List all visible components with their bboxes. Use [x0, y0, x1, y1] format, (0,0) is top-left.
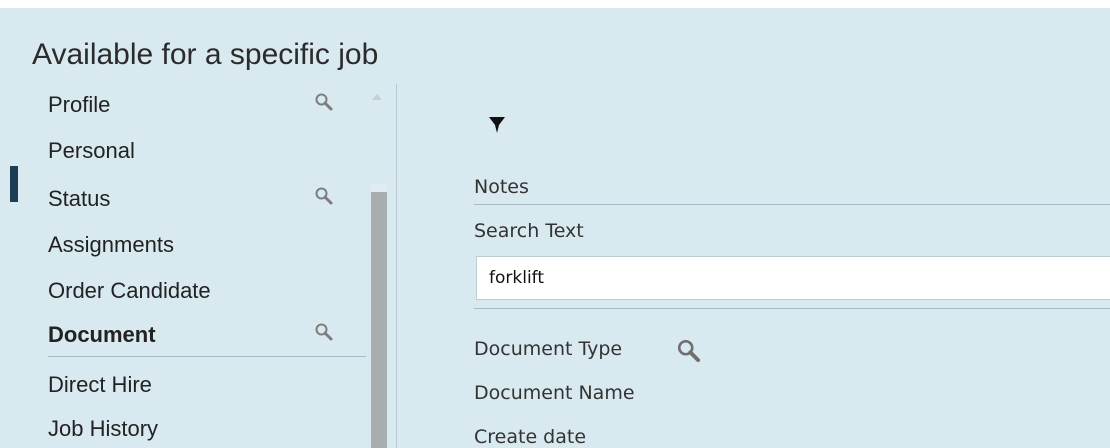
document-name-label[interactable]: Document Name [474, 382, 635, 404]
sidebar-item-document[interactable]: Document [48, 318, 366, 357]
scrollbar-thumb[interactable] [371, 192, 387, 448]
search-icon[interactable] [314, 322, 334, 342]
sidebar-item-label: Direct Hire [48, 372, 152, 397]
notes-label[interactable]: Notes [474, 176, 529, 198]
sidebar-item-label: Assignments [48, 232, 174, 257]
search-icon[interactable] [314, 92, 334, 112]
sidebar-item-order-candidate[interactable]: Order Candidate [48, 274, 366, 314]
sidebar-item-label: Profile [48, 92, 111, 117]
sidebar-item-label: Personal [48, 138, 135, 163]
search-icon[interactable] [314, 186, 334, 206]
sidebar-item-personal[interactable]: Personal [48, 134, 366, 174]
panel-divider [396, 84, 397, 448]
create-date-label[interactable]: Create date [474, 426, 586, 448]
sidebar: Profile Personal Status Assignments Orde… [0, 88, 400, 448]
sidebar-item-profile[interactable]: Profile [48, 88, 366, 128]
chevron-up-icon[interactable] [370, 92, 384, 102]
page-title: Available for a specific job [32, 38, 379, 71]
sidebar-item-job-history[interactable]: Job History [48, 412, 366, 448]
sidebar-item-assignments[interactable]: Assignments [48, 228, 366, 268]
active-indicator [10, 166, 18, 202]
document-type-label[interactable]: Document Type [474, 338, 622, 360]
filter-icon[interactable] [488, 116, 506, 134]
sidebar-item-direct-hire[interactable]: Direct Hire [48, 368, 366, 408]
notes-divider [474, 204, 1110, 205]
sidebar-item-label: Job History [48, 416, 159, 441]
search-text-input[interactable] [476, 256, 1110, 300]
sidebar-item-status[interactable]: Status [48, 182, 366, 222]
search-icon[interactable] [676, 338, 702, 364]
app-window: Available for a specific job Profile Per… [0, 8, 1110, 448]
search-divider [474, 308, 1110, 309]
sidebar-item-label: Status [48, 186, 111, 211]
sidebar-item-label: Document [48, 322, 156, 347]
sidebar-item-label: Order Candidate [48, 278, 211, 303]
search-text-label: Search Text [474, 220, 584, 242]
